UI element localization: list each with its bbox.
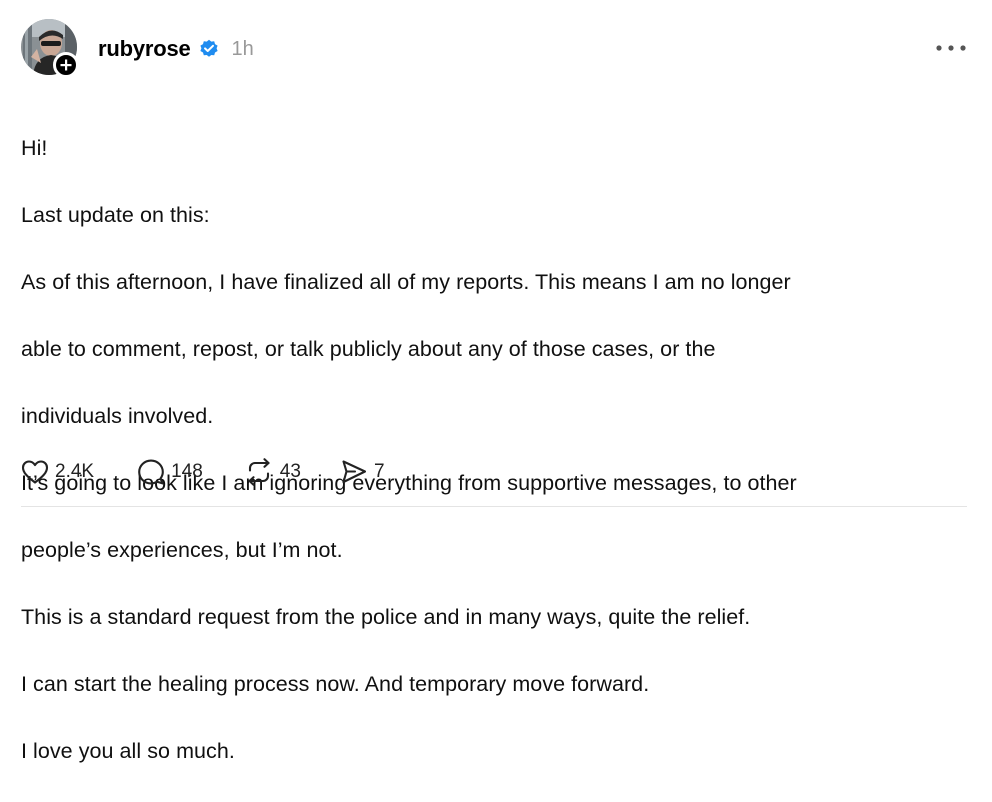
more-dots-icon — [936, 45, 966, 51]
comment-button[interactable]: 148 — [137, 455, 203, 489]
share-count: 7 — [373, 461, 385, 482]
post-divider — [21, 506, 967, 507]
post-timestamp: 1h — [231, 37, 254, 60]
post-text-line: I can start the healing process now. And… — [21, 671, 650, 696]
author-avatar-container[interactable] — [21, 19, 79, 78]
post-actions-bar: 2.4K 148 43 7 — [21, 455, 385, 489]
author-username[interactable]: rubyrose — [98, 36, 191, 62]
post-text-line: able to comment, repost, or talk publicl… — [21, 336, 716, 361]
like-button[interactable]: 2.4K — [21, 455, 94, 489]
post-text-line: Last update on this: — [21, 202, 210, 227]
post-card: rubyrose 1h Hi! Last update on this: As … — [0, 0, 992, 763]
post-header: rubyrose 1h — [98, 34, 254, 64]
repost-count: 43 — [279, 461, 301, 482]
follow-button[interactable] — [53, 52, 79, 78]
more-options-button[interactable] — [934, 38, 968, 58]
post-text-line: individuals involved. — [21, 403, 214, 428]
like-count: 2.4K — [55, 461, 95, 482]
verified-badge-icon — [199, 39, 219, 59]
plus-icon — [60, 59, 72, 71]
post-text-line: people’s experiences, but I’m not. — [21, 537, 343, 562]
comment-icon — [138, 459, 164, 485]
comment-count: 148 — [171, 461, 203, 482]
share-button[interactable]: 7 — [340, 455, 385, 489]
repost-icon — [248, 458, 270, 486]
post-text-line: Hi! — [21, 135, 48, 160]
share-icon — [342, 460, 366, 484]
post-text-line: This is a standard request from the poli… — [21, 604, 751, 629]
post-text-line: I love you all so much. — [21, 738, 235, 763]
post-text-line: As of this afternoon, I have finalized a… — [21, 269, 791, 294]
repost-button[interactable]: 43 — [244, 455, 301, 489]
heart-icon — [21, 460, 49, 484]
post-text: Hi! Last update on this: As of this afte… — [21, 98, 961, 802]
